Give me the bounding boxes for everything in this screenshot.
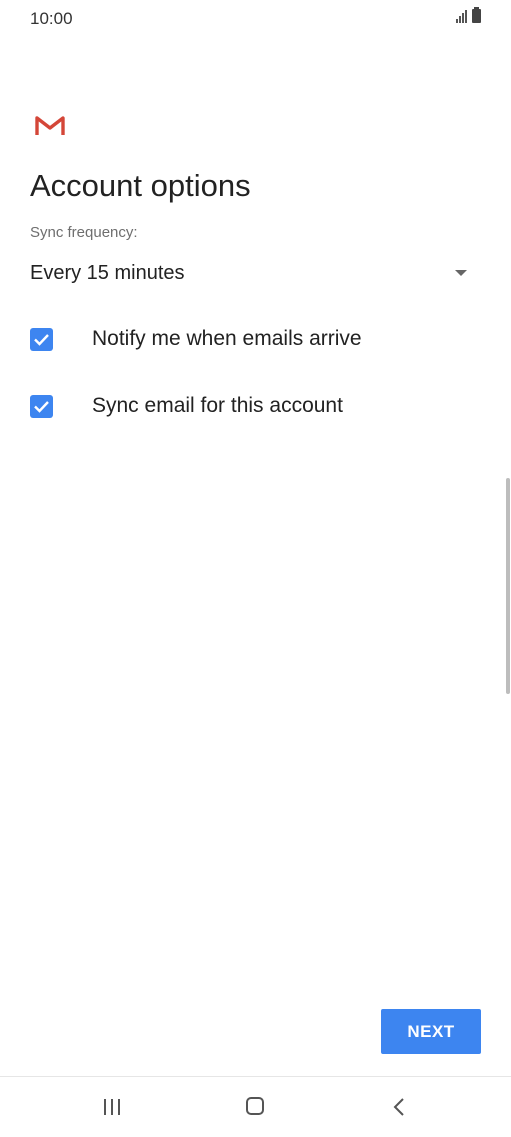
notify-checkbox[interactable] (30, 328, 53, 351)
sync-frequency-value: Every 15 minutes (30, 262, 185, 284)
back-icon[interactable] (393, 1098, 405, 1116)
home-icon[interactable] (246, 1097, 264, 1115)
status-bar: 10:00 (0, 0, 511, 38)
notify-option-label: Notify me when emails arrive (92, 327, 362, 350)
battery-icon (472, 7, 481, 23)
signal-icon (456, 9, 467, 23)
sync-email-option-label: Sync email for this account (92, 394, 343, 417)
sync-frequency-label: Sync frequency: (30, 224, 138, 241)
navigation-bar (0, 1076, 511, 1137)
checkbox-checked-icon (34, 334, 49, 346)
sync-email-checkbox[interactable] (30, 395, 53, 418)
dropdown-arrow-icon (455, 270, 467, 276)
checkbox-checked-icon (34, 401, 49, 413)
recents-icon[interactable] (104, 1099, 120, 1115)
sync-email-option-row[interactable]: Sync email for this account (30, 389, 450, 425)
notify-option-row[interactable]: Notify me when emails arrive (30, 322, 450, 358)
next-button[interactable]: NEXT (381, 1009, 481, 1054)
scrollbar[interactable] (506, 478, 510, 694)
page-title: Account options (30, 168, 251, 203)
gmail-logo-icon (35, 116, 65, 135)
status-time: 10:00 (30, 9, 73, 28)
sync-frequency-dropdown[interactable]: Every 15 minutes (30, 256, 475, 292)
status-icons (456, 7, 481, 23)
